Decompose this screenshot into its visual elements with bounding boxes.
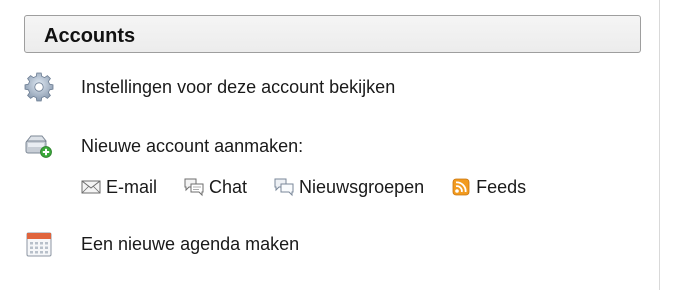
email-label: E-mail (106, 176, 158, 197)
create-newsgroup-account-link[interactable]: Nieuwsgroepen (273, 177, 424, 198)
create-email-account-link[interactable]: E-mail (80, 177, 157, 198)
new-calendar-label: Een nieuwe agenda maken (81, 233, 300, 254)
create-account-label: Nieuwe account aanmaken: (81, 135, 304, 156)
new-calendar-link[interactable]: Een nieuwe agenda maken (26, 231, 300, 257)
view-settings-link[interactable]: Instellingen voor deze account bekijken (24, 72, 396, 102)
envelope-icon (80, 177, 102, 197)
gear-icon (23, 71, 55, 103)
create-account-heading: Nieuwe account aanmaken: (25, 133, 304, 159)
account-type-list: E-mail Chat Nieuwsgroepen Feeds (80, 174, 552, 200)
feeds-label: Feeds (476, 176, 527, 197)
chat-label: Chat (209, 176, 248, 197)
create-chat-account-link[interactable]: Chat (183, 177, 247, 198)
account-central-page: Accounts Instellingen voor deze account … (0, 0, 675, 290)
calendar-icon (23, 228, 55, 260)
accounts-section-header: Accounts (24, 15, 641, 53)
chat-bubbles-icon (183, 177, 205, 197)
rss-feed-icon (450, 177, 472, 197)
section-title: Accounts (44, 25, 136, 47)
page-divider (659, 0, 660, 290)
newsgroup-bubbles-icon (273, 177, 295, 197)
create-feed-account-link[interactable]: Feeds (450, 177, 526, 198)
view-settings-label: Instellingen voor deze account bekijken (81, 76, 396, 97)
newsgroups-label: Nieuwsgroepen (299, 176, 425, 197)
add-account-icon (23, 130, 55, 162)
